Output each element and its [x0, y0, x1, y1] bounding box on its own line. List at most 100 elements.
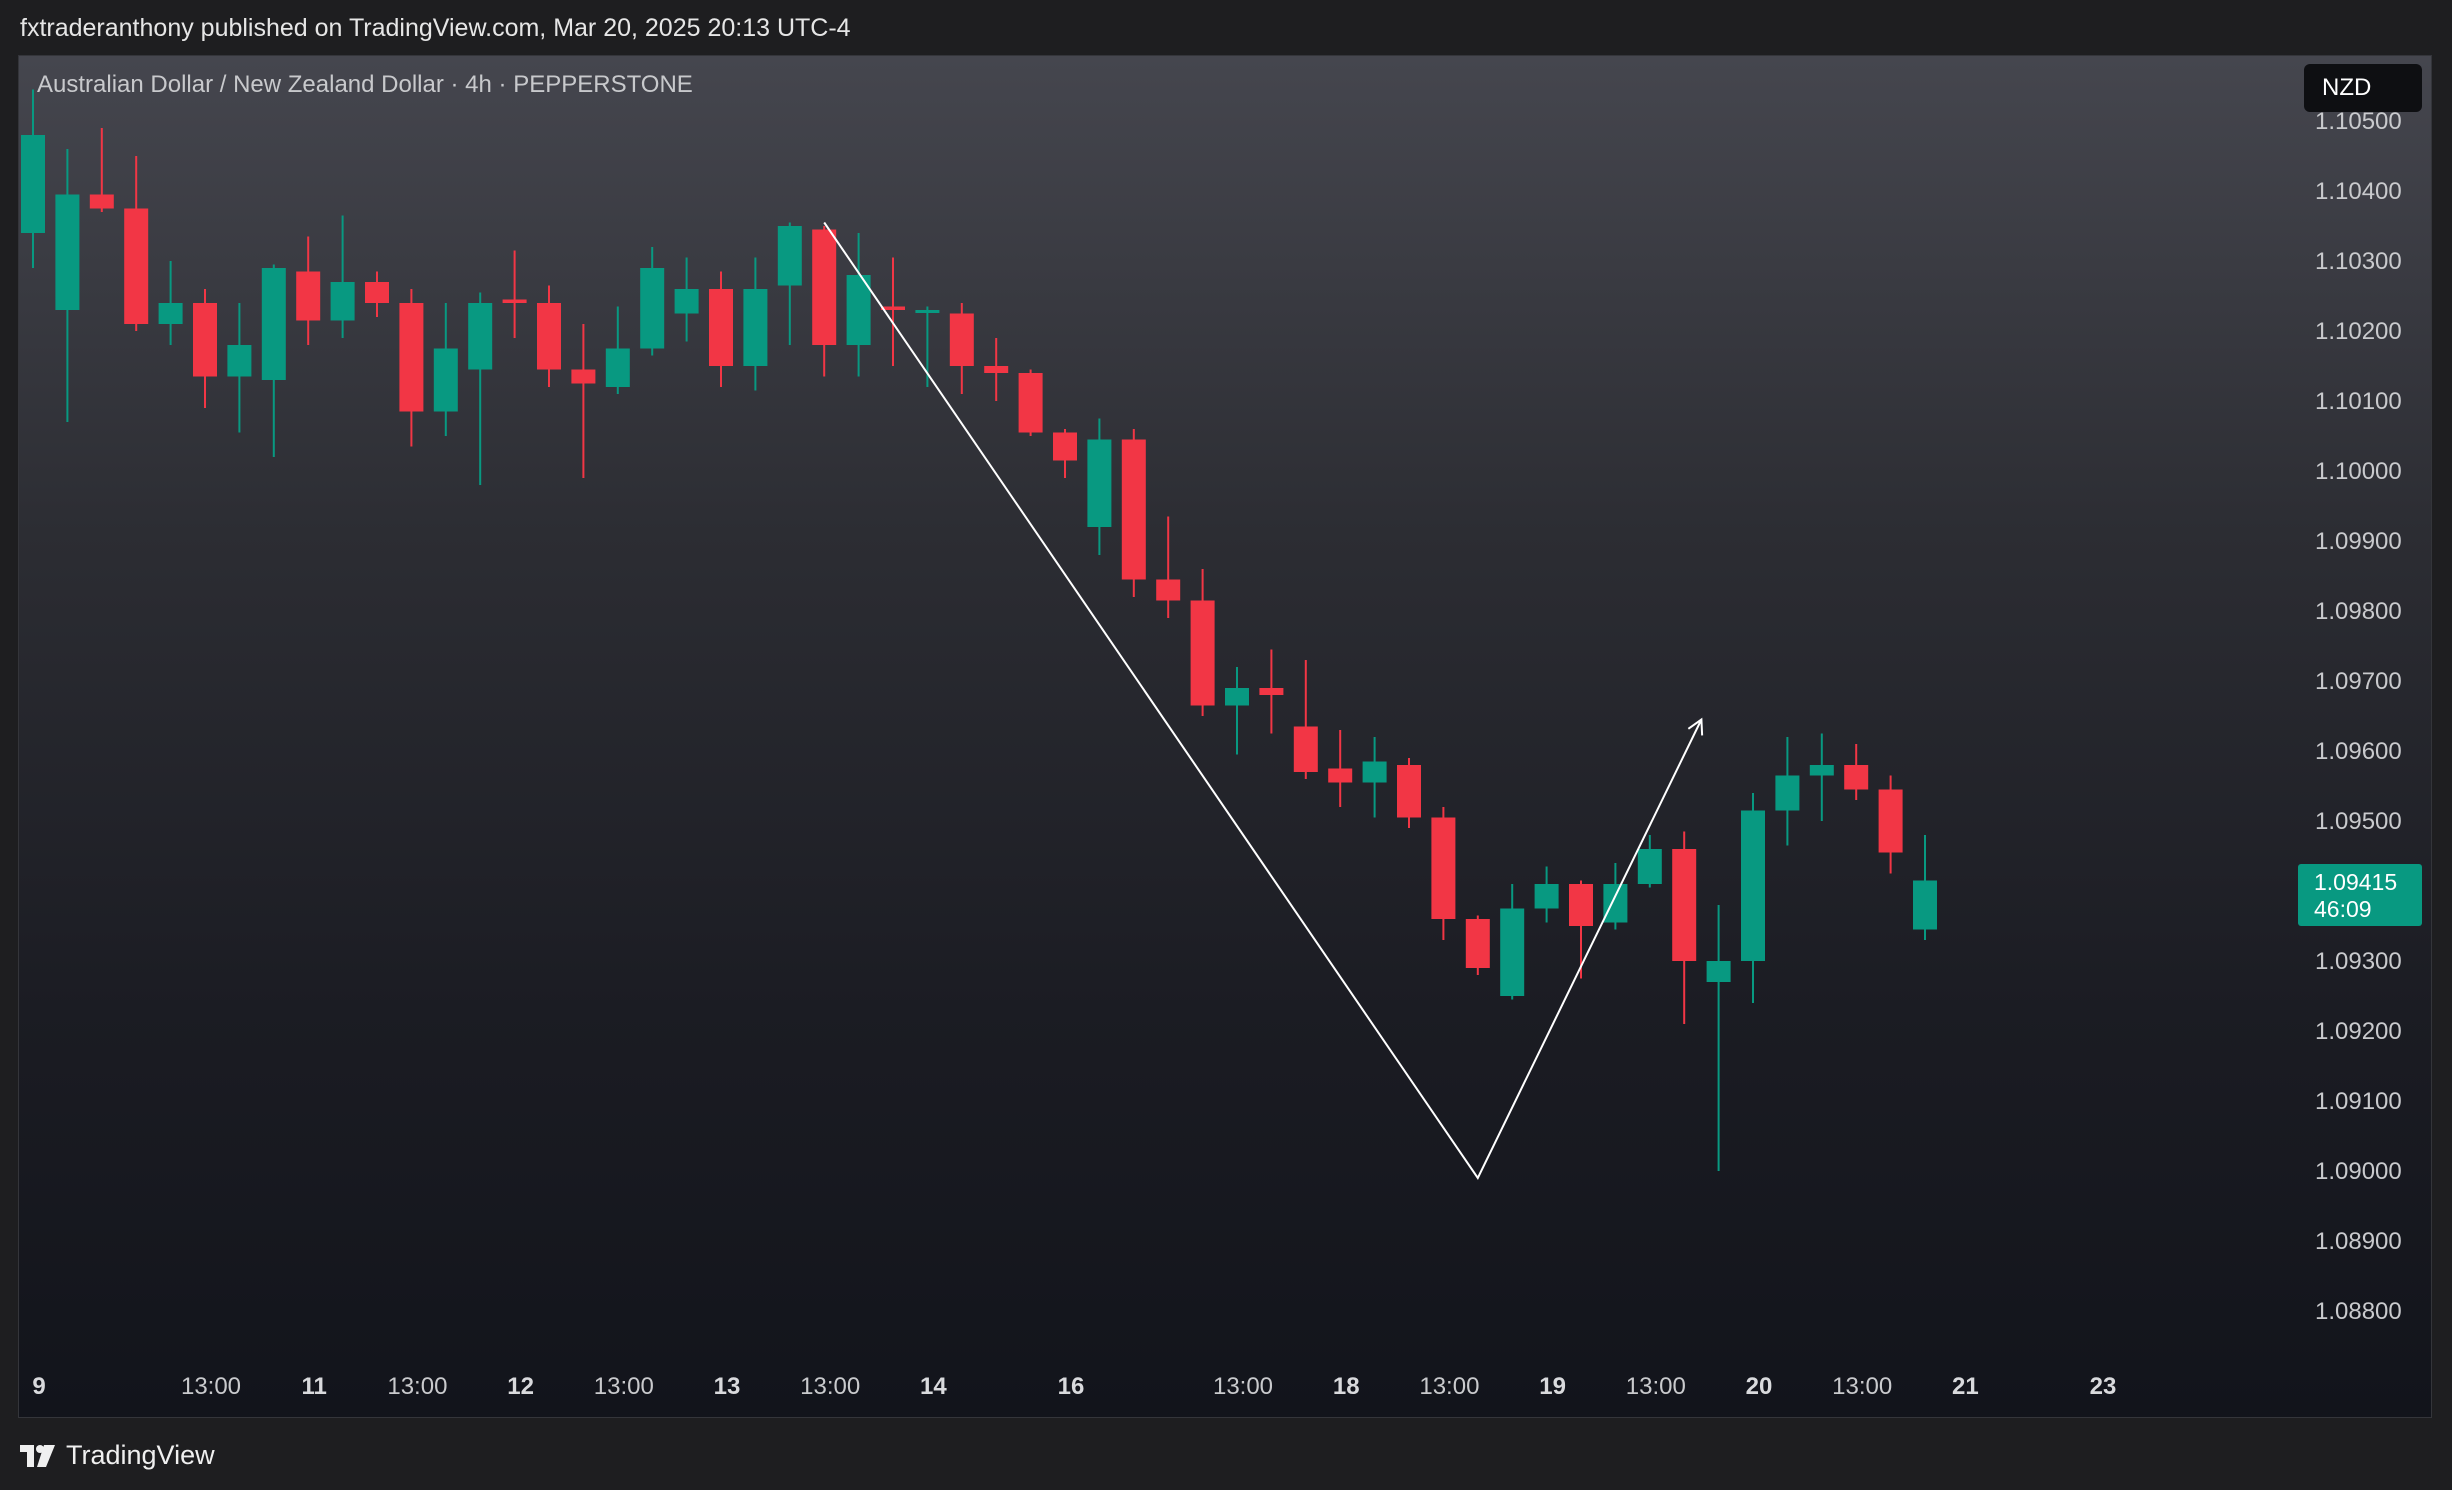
publish-header: fxtraderanthony published on TradingView… [0, 0, 2452, 56]
candle-body [674, 289, 699, 314]
candle [124, 156, 149, 331]
candle [1809, 733, 1834, 821]
publish-info: fxtraderanthony published on TradingView… [20, 14, 851, 42]
candle [55, 149, 80, 422]
time-tick-label: 13:00 [1419, 1373, 1479, 1400]
symbol-label[interactable]: Australian Dollar / New Zealand Dollar ·… [37, 71, 693, 99]
candle [846, 233, 871, 377]
candle [812, 226, 837, 377]
price-tick-label: 1.09200 [2315, 1018, 2402, 1045]
price-tick-label: 1.10000 [2315, 458, 2402, 485]
candlestick-chart[interactable]: 1.10500 1.10400 1.10300 1.10200 1.10100 1.100… [19, 56, 2432, 1418]
price-tick-label: 1.09800 [2315, 598, 2402, 625]
price-axis[interactable]: 1.10500 1.10400 1.10300 1.10200 1.10100 1.100… [2315, 108, 2402, 1325]
candle-body [1500, 908, 1525, 996]
candle [227, 303, 252, 433]
price-tick-label: 1.08900 [2315, 1228, 2402, 1255]
currency-badge[interactable]: NZD [2304, 64, 2422, 112]
candle-body [158, 303, 183, 324]
candle-body [1534, 884, 1559, 909]
candle-body [1328, 768, 1353, 783]
chart-panel[interactable]: 1.10500 1.10400 1.10300 1.10200 1.10100 1.100… [18, 55, 2432, 1418]
candle [743, 257, 768, 391]
candle-body [1637, 849, 1662, 884]
candle [709, 271, 733, 387]
candle-body [330, 282, 355, 321]
candle [537, 285, 561, 387]
candle [1878, 775, 1903, 874]
candle-body [537, 303, 561, 370]
candle-body [1397, 765, 1421, 818]
candle-body [1121, 439, 1146, 580]
candle [1534, 866, 1559, 923]
candle-body [1259, 688, 1284, 695]
time-tick-label: 12 [507, 1373, 534, 1400]
candle [1775, 737, 1800, 846]
candle [1397, 758, 1421, 828]
time-tick-label: 16 [1058, 1373, 1085, 1400]
candle-body [1913, 880, 1937, 930]
candle [1844, 744, 1869, 800]
candle-body [1225, 688, 1249, 706]
candle-body [1362, 761, 1387, 783]
candles-layer [21, 89, 1937, 1171]
candle-body [21, 135, 45, 233]
candle-body [261, 268, 286, 380]
candle-body [1809, 765, 1834, 776]
tradingview-logo[interactable]: TradingView [20, 1440, 215, 1471]
price-tick-label: 1.09700 [2315, 668, 2402, 695]
price-tick-label: 1.10400 [2315, 178, 2402, 205]
candle [777, 222, 802, 345]
candle [193, 289, 217, 408]
candle [21, 89, 45, 268]
candle [1190, 569, 1215, 716]
candle-body [1844, 765, 1869, 790]
candle [571, 324, 596, 478]
price-tick-label: 1.09600 [2315, 738, 2402, 765]
candle [468, 292, 493, 485]
candle-body [1431, 817, 1456, 919]
time-tick-label: 13 [714, 1373, 741, 1400]
candle [1053, 429, 1077, 478]
candle [433, 303, 458, 436]
candle [399, 289, 424, 447]
price-tick-label: 1.10500 [2315, 108, 2402, 135]
time-tick-label: 14 [920, 1373, 947, 1400]
tradingview-logo-icon [20, 1444, 55, 1467]
candle [605, 306, 630, 394]
time-tick-label: 13:00 [1832, 1373, 1892, 1400]
candle-body [984, 366, 1009, 373]
candle [1500, 884, 1525, 1000]
candle [984, 338, 1009, 401]
last-price-value: 1.09415 [2314, 869, 2398, 895]
candle-body [55, 194, 80, 310]
time-tick-label: 21 [1952, 1373, 1979, 1400]
candle [1293, 660, 1318, 779]
time-axis[interactable]: 9 13:00 11 13:00 12 13:00 13 13:00 14 16 13:00 18 13… [32, 1373, 2116, 1400]
candle [1259, 649, 1284, 734]
candle-body [812, 229, 837, 345]
time-tick-label: 13:00 [387, 1373, 447, 1400]
candle [296, 236, 321, 345]
candle [1156, 516, 1181, 618]
candle-body [915, 310, 940, 313]
time-tick-label: 9 [32, 1373, 45, 1400]
time-tick-label: 23 [2090, 1373, 2117, 1400]
time-tick-label: 13:00 [1213, 1373, 1273, 1400]
candle-body [1293, 726, 1318, 772]
time-tick-label: 18 [1333, 1373, 1360, 1400]
candle [1741, 793, 1765, 1003]
candle [502, 250, 527, 338]
candle-body [743, 289, 768, 366]
candle [261, 264, 286, 457]
candle [949, 303, 974, 394]
candle-body [502, 299, 527, 303]
candle-body [605, 348, 630, 387]
bar-countdown: 46:09 [2314, 896, 2372, 922]
candle [1362, 737, 1387, 818]
time-tick-label: 19 [1539, 1373, 1566, 1400]
candle-body [1878, 789, 1903, 853]
candle-body [296, 271, 321, 321]
time-tick-label: 13:00 [800, 1373, 860, 1400]
candle-body [1741, 810, 1765, 961]
